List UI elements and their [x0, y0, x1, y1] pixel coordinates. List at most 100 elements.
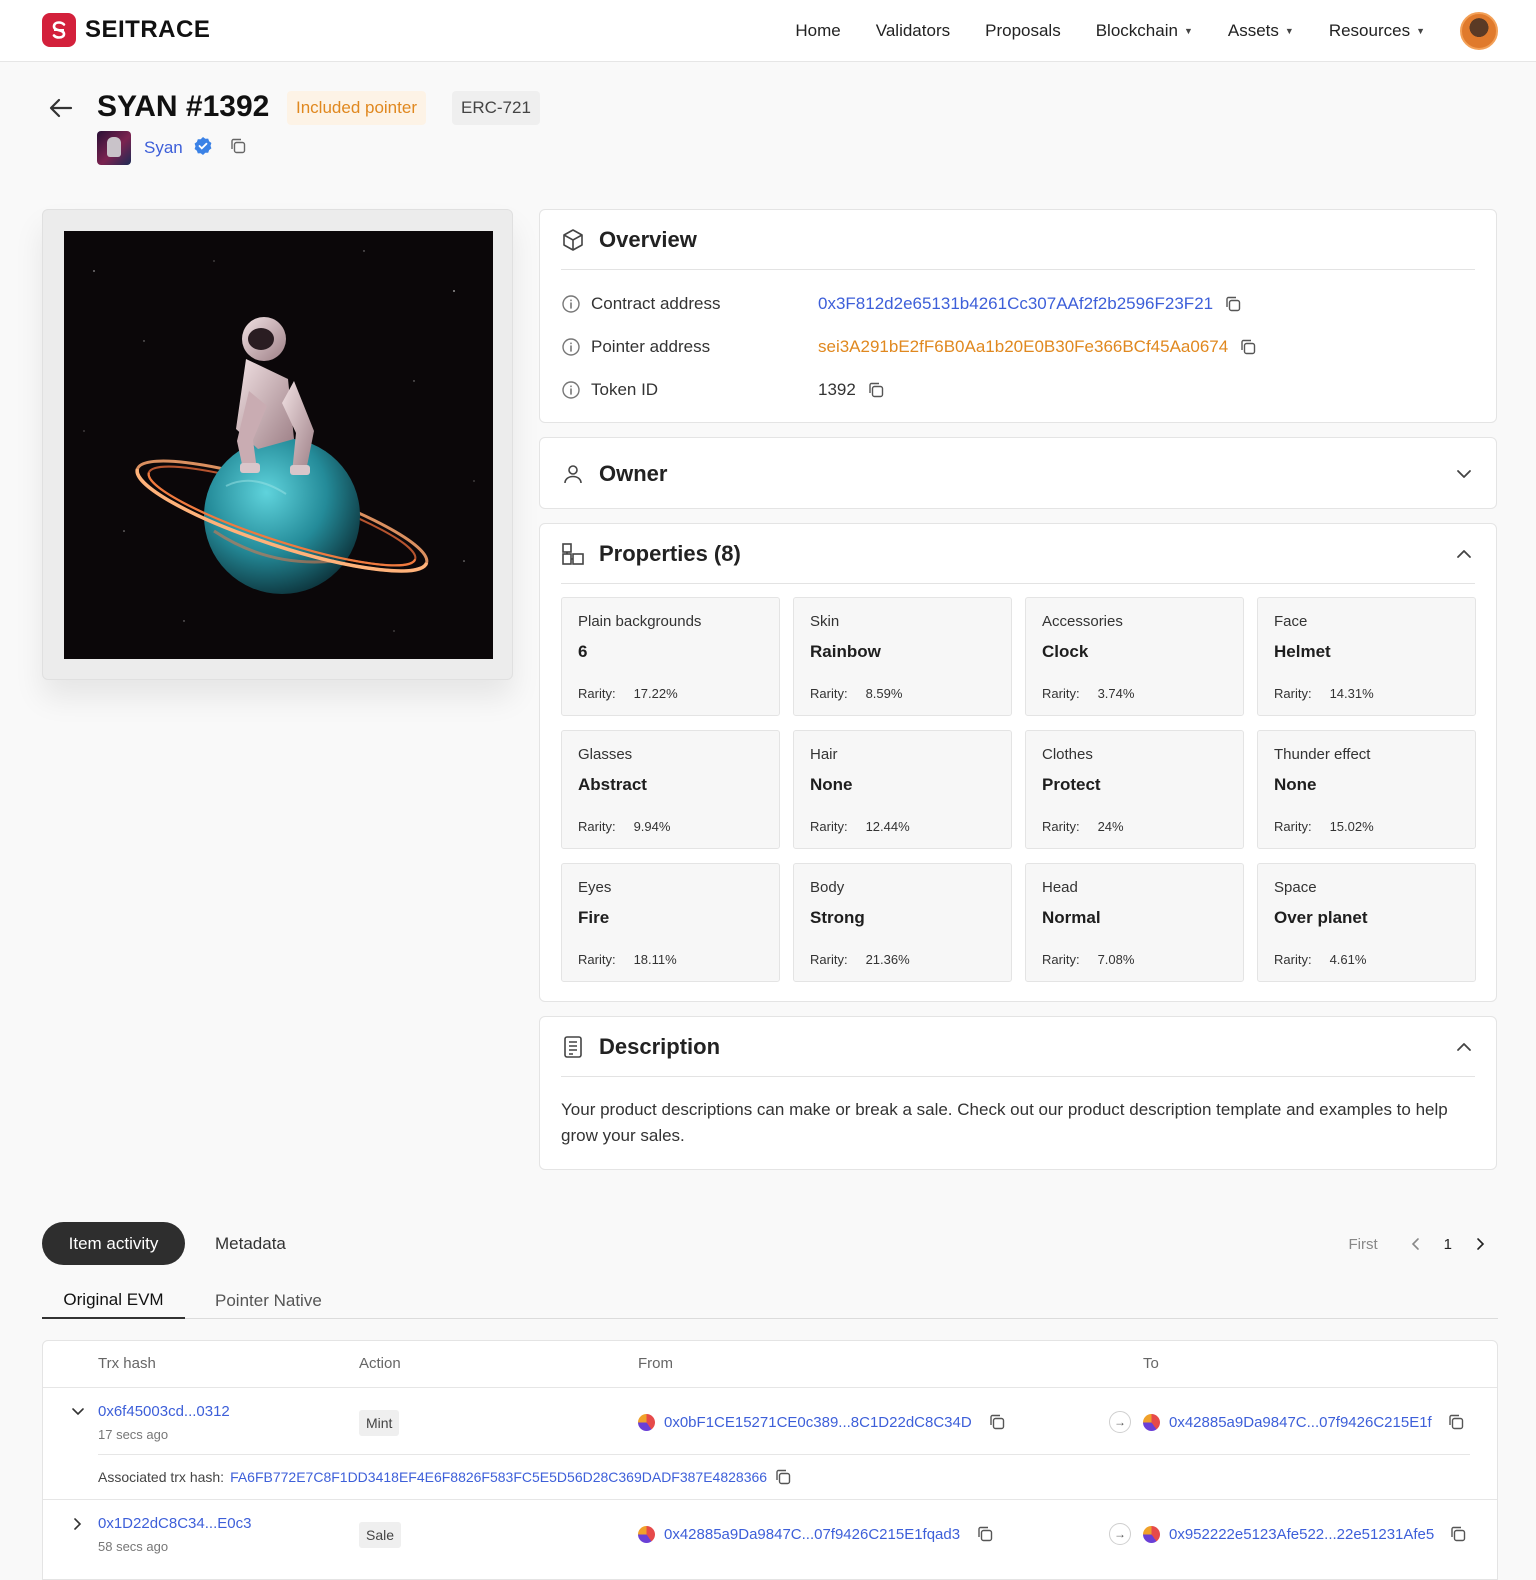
- property-rarity: Rarity: 17.22%: [578, 686, 678, 701]
- copy-icon[interactable]: [1449, 1525, 1467, 1543]
- copy-icon[interactable]: [988, 1413, 1006, 1431]
- user-icon: [561, 462, 585, 486]
- divider: [98, 1454, 1470, 1455]
- pointer-badge: Included pointer: [287, 91, 426, 125]
- to-address-link[interactable]: 0x952222e5123Afe522...22e51231Afe5: [1169, 1526, 1434, 1543]
- tab-original-evm[interactable]: Original EVM: [42, 1282, 185, 1319]
- rarity-label: Rarity:: [1042, 686, 1080, 701]
- pagination: First 1: [1348, 1226, 1494, 1262]
- arrow-right-icon: →: [1109, 1523, 1131, 1545]
- property-name: Face: [1274, 613, 1308, 630]
- nft-image[interactable]: [64, 231, 493, 659]
- copy-icon[interactable]: [1447, 1413, 1465, 1431]
- collection-link[interactable]: Syan: [144, 138, 183, 158]
- caret-down-icon: ▼: [1183, 26, 1193, 36]
- property-card: Body Strong Rarity: 21.36%: [793, 863, 1012, 982]
- info-icon: [561, 337, 581, 357]
- overview-panel: Overview Contract address 0x3F812d2e6513…: [539, 209, 1497, 423]
- trx-hash-link[interactable]: 0x6f45003cd...0312: [98, 1403, 230, 1420]
- to-cell: 0x952222e5123Afe522...22e51231Afe5: [1143, 1525, 1467, 1543]
- property-value: Normal: [1042, 908, 1101, 927]
- contract-address-link[interactable]: 0x3F812d2e65131b4261Cc307AAf2f2b2596F23F…: [818, 294, 1213, 314]
- pagination-current-page[interactable]: 1: [1444, 1236, 1452, 1253]
- description-header[interactable]: Description: [561, 1017, 1475, 1077]
- property-name: Body: [810, 879, 845, 896]
- from-address-link[interactable]: 0x0bF1CE15271CE0c389...8C1D22dC8C34D: [664, 1414, 972, 1431]
- property-rarity: Rarity: 14.31%: [1274, 686, 1374, 701]
- pagination-first[interactable]: First: [1348, 1236, 1377, 1253]
- tab-item-activity[interactable]: Item activity: [42, 1222, 185, 1265]
- token-id-label: Token ID: [591, 380, 659, 399]
- chevron-up-icon[interactable]: [1453, 543, 1475, 565]
- tab-metadata[interactable]: Metadata: [215, 1222, 286, 1265]
- nav-label: Assets: [1227, 21, 1279, 40]
- token-id-value: 1392: [818, 380, 856, 399]
- properties-grid: Plain backgrounds 6 Rarity: 17.22% Skin Rainb…: [561, 597, 1476, 982]
- rarity-label: Rarity:: [1274, 952, 1312, 967]
- main-nav: Home Validators Proposals Blockchain ▼ As…: [795, 0, 1498, 62]
- nav-resources[interactable]: Resources ▼: [1329, 21, 1425, 41]
- chevron-down-icon[interactable]: [1453, 463, 1475, 485]
- column-header: From: [638, 1355, 673, 1372]
- owner-header[interactable]: Owner: [561, 438, 1475, 510]
- associated-trx-link[interactable]: FA6FB772E7C8F1DD3418EF4E6F8826F583FC5E5D…: [230, 1469, 767, 1485]
- nft-image-card: [42, 209, 513, 680]
- property-card: Head Normal Rarity: 7.08%: [1025, 863, 1244, 982]
- chevron-down-icon[interactable]: [69, 1403, 87, 1421]
- rarity-label: Rarity:: [578, 819, 616, 834]
- action-badge: Mint: [359, 1410, 400, 1436]
- copy-icon[interactable]: [1224, 295, 1242, 313]
- rarity-label: Rarity:: [810, 686, 848, 701]
- info-icon: [561, 294, 581, 314]
- standard-badge: ERC-721: [452, 91, 540, 125]
- to-cell: 0x42885a9Da9847C...07f9426C215E1f: [1143, 1413, 1465, 1431]
- property-card: Face Helmet Rarity: 14.31%: [1257, 597, 1476, 716]
- copy-icon[interactable]: [867, 381, 885, 399]
- copy-icon[interactable]: [774, 1468, 792, 1486]
- contract-address-row: Contract address 0x3F812d2e65131b4261Cc3…: [561, 292, 1242, 316]
- description-text: Your product descriptions can make or br…: [561, 1100, 1448, 1145]
- properties-header[interactable]: Properties (8): [561, 524, 1475, 584]
- rarity-value: 8.59%: [865, 686, 903, 701]
- chevron-right-icon[interactable]: [1466, 1230, 1494, 1258]
- properties-title: Properties (8): [599, 541, 741, 566]
- chevron-left-icon[interactable]: [1402, 1230, 1430, 1258]
- divider: [561, 583, 1475, 584]
- top-navbar: SEITRACE Home Validators Proposals Block…: [0, 0, 1536, 62]
- nav-blockchain[interactable]: Blockchain ▼: [1096, 21, 1193, 41]
- rarity-value: 4.61%: [1329, 952, 1367, 967]
- seitrace-logo[interactable]: SEITRACE: [42, 13, 210, 47]
- nav-proposals[interactable]: Proposals: [985, 21, 1061, 41]
- property-card: Accessories Clock Rarity: 3.74%: [1025, 597, 1244, 716]
- caret-down-icon: ▼: [1284, 26, 1294, 36]
- copy-icon[interactable]: [229, 137, 247, 160]
- action-cell: Sale: [359, 1522, 402, 1548]
- property-value: Strong: [810, 908, 865, 927]
- property-value: Helmet: [1274, 642, 1331, 661]
- chevron-right-icon[interactable]: [69, 1515, 87, 1533]
- user-avatar[interactable]: [1460, 12, 1498, 50]
- property-card: Hair None Rarity: 12.44%: [793, 730, 1012, 849]
- back-arrow-icon[interactable]: [46, 93, 76, 123]
- property-name: Glasses: [578, 746, 633, 763]
- nav-home[interactable]: Home: [795, 21, 840, 41]
- rarity-value: 15.02%: [1329, 819, 1374, 834]
- trx-hash-link[interactable]: 0x1D22dC8C34...E0c3: [98, 1515, 251, 1532]
- pointer-address-link[interactable]: sei3A291bE2fF6B0Aa1b20E0B30Fe366BCf45Aa0…: [818, 337, 1228, 357]
- property-value: None: [1274, 775, 1317, 794]
- logo-text: SEITRACE: [85, 16, 211, 43]
- nav-assets[interactable]: Assets ▼: [1228, 21, 1294, 41]
- rarity-value: 9.94%: [633, 819, 671, 834]
- tab-pointer-native[interactable]: Pointer Native: [215, 1282, 322, 1319]
- from-address-link[interactable]: 0x42885a9Da9847C...07f9426C215E1fqad3: [664, 1526, 960, 1543]
- rarity-value: 12.44%: [865, 819, 910, 834]
- action-cell: Mint: [359, 1410, 400, 1436]
- overview-header: Overview: [561, 210, 1475, 270]
- property-rarity: Rarity: 7.08%: [1042, 952, 1134, 967]
- nav-validators[interactable]: Validators: [876, 21, 950, 41]
- to-address-link[interactable]: 0x42885a9Da9847C...07f9426C215E1f: [1169, 1414, 1432, 1431]
- copy-icon[interactable]: [1239, 338, 1257, 356]
- copy-icon[interactable]: [976, 1525, 994, 1543]
- associated-trx-row: Associated trx hash: FA6FB772E7C8F1DD341…: [98, 1468, 792, 1486]
- chevron-up-icon[interactable]: [1453, 1036, 1475, 1058]
